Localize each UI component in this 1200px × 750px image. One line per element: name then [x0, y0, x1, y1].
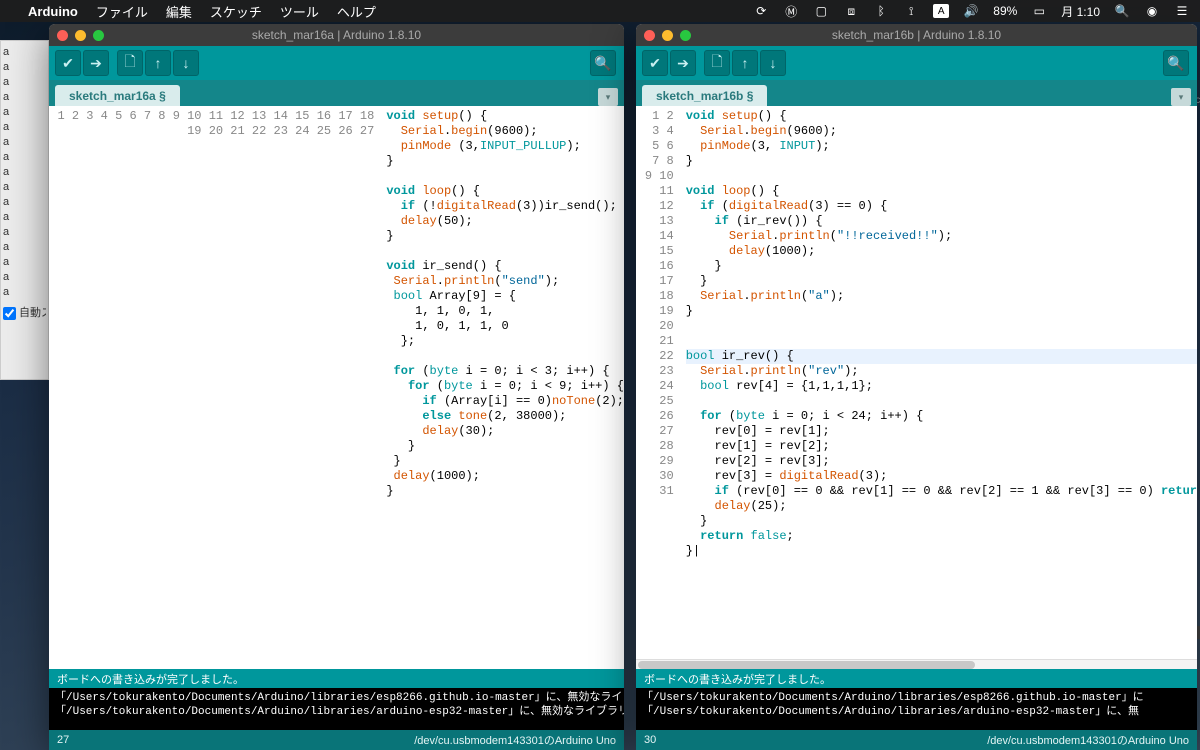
- side-panel: aaaaaaaaaaaaaaaaa 自動ス: [0, 40, 49, 380]
- verify-button[interactable]: ✔: [642, 50, 668, 76]
- menu-help[interactable]: ヘルプ: [337, 2, 376, 21]
- board-port-b: /dev/cu.usbmodem143301のArduino Uno: [987, 732, 1189, 748]
- zoom-icon[interactable]: [93, 30, 104, 41]
- bluetooth-icon[interactable]: ᛒ: [873, 4, 889, 18]
- close-icon[interactable]: [644, 30, 655, 41]
- app-name[interactable]: Arduino: [28, 4, 78, 19]
- status-bar-b: ボードへの書き込みが完了しました。: [636, 669, 1197, 688]
- menu-file[interactable]: ファイル: [96, 2, 148, 21]
- code-editor-a[interactable]: 1 2 3 4 5 6 7 8 9 10 11 12 13 14 15 16 1…: [49, 106, 624, 669]
- siri-icon[interactable]: ◉: [1144, 4, 1160, 18]
- malware-icon[interactable]: Ⓜ: [783, 4, 799, 18]
- wifi-icon[interactable]: ⟟: [903, 4, 919, 18]
- tab-b[interactable]: sketch_mar16b §: [642, 85, 767, 106]
- toolbar-a: ✔ ➔ 🗋 ↑ ↓ 🔍: [49, 46, 624, 80]
- line-number-b: 30: [644, 734, 656, 746]
- close-icon[interactable]: [57, 30, 68, 41]
- open-button[interactable]: ↑: [732, 50, 758, 76]
- zoom-icon[interactable]: [680, 30, 691, 41]
- serial-monitor-button[interactable]: 🔍: [1163, 50, 1189, 76]
- verify-button[interactable]: ✔: [55, 50, 81, 76]
- save-button[interactable]: ↓: [173, 50, 199, 76]
- dropbox-icon[interactable]: ⧈: [843, 4, 859, 18]
- battery-icon[interactable]: ▭: [1031, 4, 1047, 18]
- clock[interactable]: 月 1:10: [1061, 3, 1100, 20]
- tabbar-b: sketch_mar16b § ▾: [636, 80, 1197, 106]
- menu-tools[interactable]: ツール: [280, 2, 319, 21]
- auto-label: 自動ス: [19, 306, 46, 321]
- new-button[interactable]: 🗋: [704, 50, 730, 76]
- upload-button[interactable]: ➔: [670, 50, 696, 76]
- minimize-icon[interactable]: [662, 30, 673, 41]
- footer-a: 27 /dev/cu.usbmodem143301のArduino Uno: [49, 730, 624, 750]
- open-button[interactable]: ↑: [145, 50, 171, 76]
- tab-a[interactable]: sketch_mar16a §: [55, 85, 180, 106]
- line-number-a: 27: [57, 734, 69, 746]
- console-b[interactable]: 「/Users/tokurakento/Documents/Arduino/li…: [636, 688, 1197, 730]
- upload-button[interactable]: ➔: [83, 50, 109, 76]
- macos-menubar: Arduino ファイル 編集 スケッチ ツール ヘルプ ⟳ Ⓜ ▢ ⧈ ᛒ ⟟…: [0, 0, 1200, 22]
- titlebar-b[interactable]: sketch_mar16b | Arduino 1.8.10: [636, 24, 1197, 46]
- status-bar-a: ボードへの書き込みが完了しました。: [49, 669, 624, 688]
- footer-b: 30 /dev/cu.usbmodem143301のArduino Uno: [636, 730, 1197, 750]
- minimize-icon[interactable]: [75, 30, 86, 41]
- airplay-icon[interactable]: ▢: [813, 4, 829, 18]
- battery-percent[interactable]: 89%: [993, 4, 1017, 18]
- ime-icon[interactable]: A: [933, 4, 949, 18]
- save-button[interactable]: ↓: [760, 50, 786, 76]
- tab-menu-icon[interactable]: ▾: [598, 88, 618, 106]
- toolbar-b: ✔ ➔ 🗋 ↑ ↓ 🔍: [636, 46, 1197, 80]
- tab-menu-icon[interactable]: ▾: [1171, 88, 1191, 106]
- board-port-a: /dev/cu.usbmodem143301のArduino Uno: [414, 732, 616, 748]
- auto-checkbox[interactable]: [3, 307, 16, 320]
- console-a[interactable]: 「/Users/tokurakento/Documents/Arduino/li…: [49, 688, 624, 730]
- tabbar-a: sketch_mar16a § ▾: [49, 80, 624, 106]
- serial-monitor-button[interactable]: 🔍: [590, 50, 616, 76]
- arduino-window-a: sketch_mar16a | Arduino 1.8.10 ✔ ➔ 🗋 ↑ ↓…: [49, 24, 624, 750]
- window-title-a: sketch_mar16a | Arduino 1.8.10: [252, 28, 421, 42]
- new-button[interactable]: 🗋: [117, 50, 143, 76]
- volume-icon[interactable]: 🔊: [963, 4, 979, 18]
- arduino-window-b: sketch_mar16b | Arduino 1.8.10 ✔ ➔ 🗋 ↑ ↓…: [636, 24, 1197, 750]
- status-icon[interactable]: ⟳: [753, 4, 769, 18]
- titlebar-a[interactable]: sketch_mar16a | Arduino 1.8.10: [49, 24, 624, 46]
- notification-icon[interactable]: ☰: [1174, 4, 1190, 18]
- menu-edit[interactable]: 編集: [166, 2, 192, 21]
- window-title-b: sketch_mar16b | Arduino 1.8.10: [832, 28, 1001, 42]
- code-editor-b[interactable]: 1 2 3 4 5 6 7 8 9 10 11 12 13 14 15 16 1…: [636, 106, 1197, 669]
- menu-sketch[interactable]: スケッチ: [210, 2, 262, 21]
- spotlight-icon[interactable]: 🔍: [1114, 4, 1130, 18]
- horizontal-scrollbar[interactable]: [636, 659, 1197, 669]
